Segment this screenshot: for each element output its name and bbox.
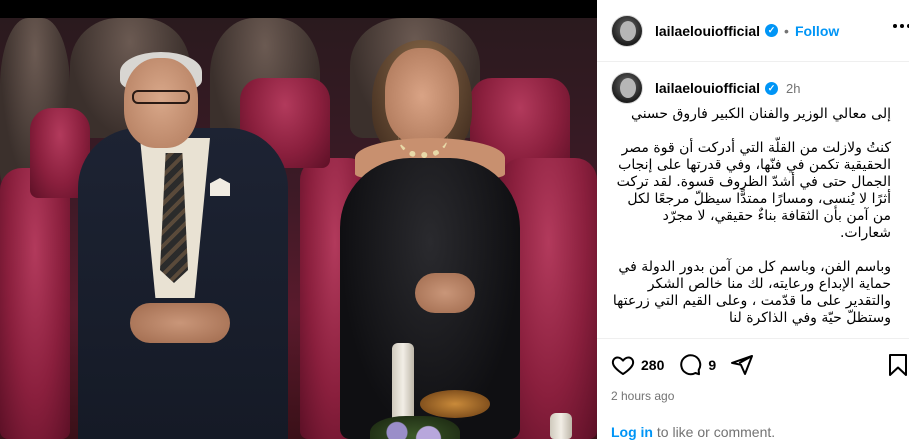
snack-bowl xyxy=(420,390,490,418)
comment-icon xyxy=(680,354,702,376)
instagram-post-window: lailaelouiofficial ✓ • Follow lailaeloui… xyxy=(0,0,909,440)
theater-seat xyxy=(0,168,70,439)
woman-hands xyxy=(415,273,475,313)
comments-area[interactable]: lailaelouiofficial ✓ 2h إلى معالي الوزير… xyxy=(597,62,909,338)
verified-badge-icon: ✓ xyxy=(765,81,779,95)
post-photo-panel[interactable] xyxy=(0,0,597,439)
flower-arrangement xyxy=(370,416,460,439)
water-bottle xyxy=(550,413,572,439)
post-time[interactable]: 2 hours ago xyxy=(611,389,895,403)
photo-top-strip xyxy=(0,0,597,18)
caption-time[interactable]: 2h xyxy=(786,81,800,96)
save-button[interactable] xyxy=(887,353,909,382)
header-username[interactable]: lailaelouiofficial xyxy=(655,23,760,39)
woman-face xyxy=(385,48,459,144)
action-row: 280 9 xyxy=(611,353,907,377)
bookmark-icon xyxy=(889,354,907,376)
login-prompt: Log in to like or comment. xyxy=(611,424,775,440)
comment-button[interactable]: 9 xyxy=(678,353,716,377)
verified-badge-icon: ✓ xyxy=(765,24,779,37)
separator-dot: • xyxy=(784,22,789,39)
man-glasses xyxy=(132,90,190,104)
login-link[interactable]: Log in xyxy=(611,424,653,440)
caption-header: lailaelouiofficial ✓ 2h xyxy=(611,72,895,104)
post-sidebar: lailaelouiofficial ✓ • Follow lailaeloui… xyxy=(597,0,909,440)
post-photo[interactable] xyxy=(0,18,597,439)
like-count[interactable]: 280 xyxy=(641,357,664,373)
caption-text: إلى معالي الوزير والفنان الكبير فاروق حس… xyxy=(612,106,891,326)
like-button[interactable]: 280 xyxy=(611,353,664,377)
man-hands xyxy=(130,303,230,343)
follow-button[interactable]: Follow xyxy=(795,23,839,39)
caption-username[interactable]: lailaelouiofficial xyxy=(655,80,760,96)
more-horizontal-icon[interactable] xyxy=(893,24,909,28)
login-prompt-text: to like or comment. xyxy=(653,424,776,440)
water-bottle xyxy=(392,343,414,423)
share-button[interactable] xyxy=(730,353,754,377)
caption-avatar[interactable] xyxy=(611,72,643,104)
share-icon xyxy=(731,355,754,375)
action-bar: 280 9 2 hours ago Log in to like or comm… xyxy=(597,338,909,440)
comment-count: 9 xyxy=(708,357,717,373)
avatar[interactable] xyxy=(611,14,643,47)
heart-icon xyxy=(611,356,635,375)
post-header: lailaelouiofficial ✓ • Follow xyxy=(597,0,909,62)
